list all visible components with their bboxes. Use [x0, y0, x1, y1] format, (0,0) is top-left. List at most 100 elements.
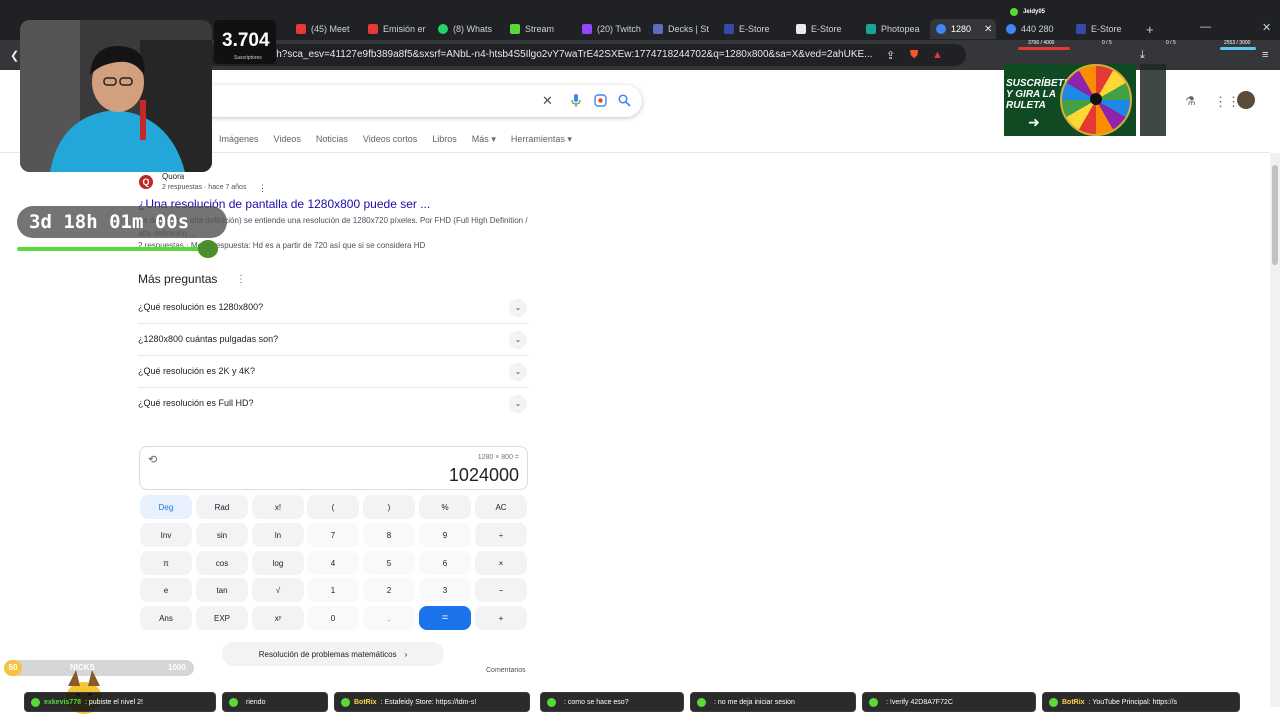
tab-google-2[interactable]: 440 280	[1006, 19, 1072, 39]
chat-message: exkevis778 : pubiste el nivel 2!	[24, 692, 216, 712]
calc-key-sin[interactable]: sin	[196, 523, 248, 547]
menu-icon[interactable]: ≡	[1262, 49, 1268, 61]
page-scrollbar[interactable]	[1270, 153, 1280, 707]
tab-photopea[interactable]: Photopea	[866, 19, 922, 39]
tab-twitch[interactable]: (20) Twitch	[582, 19, 642, 39]
calc-key-multiply[interactable]: ×	[475, 551, 527, 575]
calc-key-2[interactable]: 2	[363, 578, 415, 602]
result-more-icon[interactable]: ⋮	[258, 183, 267, 194]
calc-key-5[interactable]: 5	[363, 551, 415, 575]
calc-key-4[interactable]: 4	[307, 551, 359, 575]
calc-key-divide[interactable]: ÷	[475, 523, 527, 547]
back-icon[interactable]: ❮	[10, 49, 19, 62]
chevron-down-icon[interactable]: ⌄	[509, 331, 527, 349]
kick-favicon-icon	[510, 24, 520, 34]
calc-key-close-paren[interactable]: )	[363, 495, 415, 519]
subscriber-count: 3.704	[222, 30, 270, 51]
calc-key-9[interactable]: 9	[419, 523, 471, 547]
more-questions-menu-icon[interactable]: ⋮	[236, 274, 246, 285]
share-icon[interactable]: ⇪	[886, 49, 895, 62]
url-bar[interactable]: gle.com/search?sca_esv=41127e9fb389a8f5&…	[206, 44, 966, 66]
calc-key-factorial[interactable]: x!	[252, 495, 304, 519]
calc-key-decimal[interactable]: .	[363, 606, 415, 630]
question-item[interactable]: ¿1280x800 cuántas pulgadas son? ⌄	[138, 324, 529, 356]
roulette-text: SUSCRÍBETE Y GIRA LA RULETA	[1006, 78, 1071, 111]
calc-key-inv[interactable]: Inv	[140, 523, 192, 547]
tab-whatsapp[interactable]: (8) Whats	[438, 19, 496, 39]
calc-key-plus[interactable]: +	[475, 606, 527, 630]
profile-avatar[interactable]	[1237, 91, 1255, 109]
calc-key-tan[interactable]: tan	[196, 578, 248, 602]
question-item[interactable]: ¿Qué resolución es 1280x800? ⌄	[138, 292, 529, 324]
clear-search-icon[interactable]: ✕	[542, 93, 553, 109]
scrollbar-thumb[interactable]	[1272, 165, 1278, 265]
brave-rewards-icon[interactable]: ▲	[932, 49, 943, 61]
close-window-icon[interactable]: ✕	[1262, 21, 1271, 34]
filter-images[interactable]: Imágenes	[219, 134, 259, 145]
download-icon[interactable]: ⤓	[1140, 49, 1145, 62]
calc-key-equals[interactable]: =	[419, 606, 471, 630]
calc-key-deg[interactable]: Deg	[140, 495, 192, 519]
filter-more[interactable]: Más ▾	[472, 134, 496, 145]
tab-decks[interactable]: Decks | Str	[653, 19, 709, 39]
minimize-icon[interactable]: —	[1200, 21, 1211, 33]
tab-stream[interactable]: Stream	[510, 19, 564, 39]
goal-meter-bar	[1220, 47, 1256, 50]
search-filters: Imágenes Videos Noticias Videos cortos L…	[219, 134, 572, 145]
new-tab-icon[interactable]: +	[1146, 22, 1154, 37]
calc-key-8[interactable]: 8	[363, 523, 415, 547]
estore-favicon-icon	[1076, 24, 1086, 34]
filter-news[interactable]: Noticias	[316, 134, 348, 145]
voice-search-icon[interactable]	[571, 94, 581, 108]
history-icon[interactable]: ⟲	[148, 453, 157, 466]
calc-key-cos[interactable]: cos	[196, 551, 248, 575]
filter-videos[interactable]: Videos	[274, 134, 301, 145]
calc-key-pi[interactable]: π	[140, 551, 192, 575]
calc-key-6[interactable]: 6	[419, 551, 471, 575]
tab-google-active[interactable]: 1280 ✕	[930, 19, 996, 39]
calc-key-1[interactable]: 1	[307, 578, 359, 602]
math-solver-button[interactable]: Resolución de problemas matemáticos ›	[222, 642, 444, 666]
filter-books[interactable]: Libros	[432, 134, 457, 145]
calc-key-rad[interactable]: Rad	[196, 495, 248, 519]
streamer-badge: Jeidy05	[1010, 8, 1045, 16]
filter-short-videos[interactable]: Videos cortos	[363, 134, 417, 145]
tab-emision[interactable]: Emisión en	[368, 19, 426, 39]
more-questions-title: Más preguntas	[138, 272, 218, 286]
calc-key-ac[interactable]: AC	[475, 495, 527, 519]
labs-flask-icon[interactable]: ⚗	[1185, 94, 1196, 108]
filter-tools[interactable]: Herramientas ▾	[511, 134, 572, 145]
subathon-timer: 3d 18h 01m 00s	[17, 206, 227, 238]
search-box[interactable]: ✕	[200, 85, 642, 117]
calc-key-ln[interactable]: ln	[252, 523, 304, 547]
calc-key-0[interactable]: 0	[307, 606, 359, 630]
chevron-down-icon[interactable]: ⌄	[509, 395, 527, 413]
tab-estore-2[interactable]: E-Store	[796, 19, 852, 39]
calc-key-exp[interactable]: EXP	[196, 606, 248, 630]
calc-key-7[interactable]: 7	[307, 523, 359, 547]
calc-key-sqrt[interactable]: √	[252, 578, 304, 602]
chevron-down-icon[interactable]: ⌄	[509, 299, 527, 317]
feedback-link[interactable]: Comentarios	[486, 667, 526, 674]
search-icon[interactable]	[618, 94, 631, 107]
lens-search-icon[interactable]	[594, 94, 607, 107]
calc-key-percent[interactable]: %	[419, 495, 471, 519]
close-tab-icon[interactable]: ✕	[984, 24, 992, 35]
question-item[interactable]: ¿Qué resolución es Full HD? ⌄	[138, 388, 529, 420]
calc-key-minus[interactable]: −	[475, 578, 527, 602]
arrow-icon: ➜	[1028, 114, 1040, 130]
chevron-down-icon[interactable]: ⌄	[509, 363, 527, 381]
result-meta: 2 respuestas · hace 7 años	[162, 184, 247, 191]
calc-key-3[interactable]: 3	[419, 578, 471, 602]
calc-key-ans[interactable]: Ans	[140, 606, 192, 630]
tab-estore-1[interactable]: E-Store	[724, 19, 780, 39]
question-item[interactable]: ¿Qué resolución es 2K y 4K? ⌄	[138, 356, 529, 388]
calc-key-open-paren[interactable]: (	[307, 495, 359, 519]
calc-key-log[interactable]: log	[252, 551, 304, 575]
tab-meet[interactable]: (45) Meet	[296, 19, 366, 39]
calc-key-power[interactable]: xʸ	[252, 606, 304, 630]
chevron-right-icon: ›	[404, 649, 408, 659]
brave-shield-icon[interactable]: ⛊	[910, 49, 918, 62]
calc-key-e[interactable]: e	[140, 578, 192, 602]
tab-estore-3[interactable]: E-Store	[1076, 19, 1132, 39]
